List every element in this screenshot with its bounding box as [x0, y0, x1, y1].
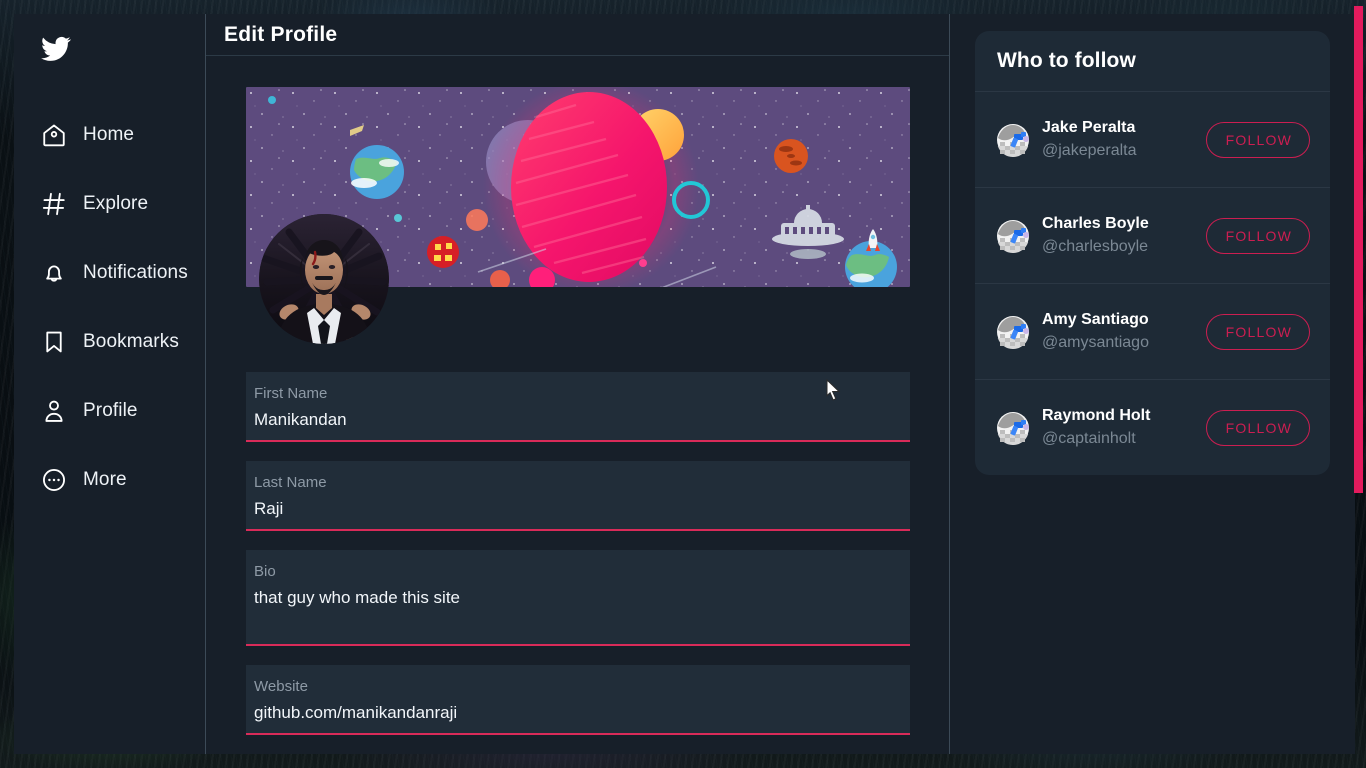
who-to-follow-item[interactable]: Raymond Holt @captainholt FOLLOW: [975, 379, 1330, 475]
right-sidebar: Who to follow Jake Peralta @jakeperalta …: [950, 14, 1355, 754]
bell-icon: [41, 260, 71, 286]
nav-items-list: Home Explore Notifications Bookmarks Pro…: [14, 100, 205, 514]
who-to-follow-item[interactable]: Charles Boyle @charlesboyle FOLLOW: [975, 187, 1330, 283]
person-handle: @amysantiago: [1042, 333, 1149, 351]
sidebar-item-bookmarks[interactable]: Bookmarks: [14, 307, 205, 376]
broken-image-icon: [996, 123, 1030, 157]
field-website[interactable]: Website github.com/manikandanraji: [246, 665, 910, 735]
sidebar-item-label: More: [83, 468, 127, 490]
person-info: Raymond Holt @captainholt: [1042, 405, 1206, 451]
person-name: Jake Peralta: [1042, 118, 1136, 136]
follow-button[interactable]: FOLLOW: [1205, 217, 1310, 254]
person-handle: @charlesboyle: [1042, 237, 1149, 255]
person-info: Charles Boyle @charlesboyle: [1042, 213, 1206, 259]
person-handle: @jakeperalta: [1042, 141, 1137, 159]
person-name: Charles Boyle: [1042, 214, 1149, 232]
twitter-logo[interactable]: [14, 36, 205, 92]
field-label: Bio: [254, 563, 276, 580]
sidebar-item-label: Bookmarks: [83, 330, 179, 352]
profile-avatar-image: [259, 214, 389, 344]
home-icon: [41, 122, 71, 148]
person-info: Amy Santiago @amysantiago: [1042, 309, 1206, 355]
sidebar-item-profile[interactable]: Profile: [14, 376, 205, 445]
bookmark-icon: [41, 329, 71, 355]
sidebar-item-label: Home: [83, 123, 135, 145]
ellipsis-circle-icon: [41, 467, 71, 493]
first-name-input[interactable]: Manikandan: [254, 409, 902, 431]
last-name-input[interactable]: Raji: [254, 498, 902, 520]
sidebar-item-notifications[interactable]: Notifications: [14, 238, 205, 307]
banner-area: [246, 87, 910, 344]
profile-form: First Name Manikandan Last Name Raji Bio…: [246, 372, 910, 735]
field-first-name[interactable]: First Name Manikandan: [246, 372, 910, 442]
sidebar-item-explore[interactable]: Explore: [14, 169, 205, 238]
hashtag-icon: [41, 191, 71, 217]
person-name: Amy Santiago: [1042, 310, 1149, 328]
twitter-bird-icon: [41, 36, 205, 62]
person-name: Raymond Holt: [1042, 406, 1151, 424]
sidebar-item-label: Profile: [83, 399, 138, 421]
person-handle: @captainholt: [1042, 429, 1136, 447]
field-last-name[interactable]: Last Name Raji: [246, 461, 910, 531]
scrollbar-thumb[interactable]: [1354, 6, 1363, 493]
who-to-follow-item[interactable]: Amy Santiago @amysantiago FOLLOW: [975, 283, 1330, 379]
app-shell: Home Explore Notifications Bookmarks Pro…: [14, 14, 1355, 754]
who-to-follow-item[interactable]: Jake Peralta @jakeperalta FOLLOW: [975, 91, 1330, 187]
broken-image-icon: [996, 315, 1030, 349]
field-label: Website: [254, 678, 308, 695]
edit-profile-body: First Name Manikandan Last Name Raji Bio…: [206, 56, 949, 754]
sidebar-item-label: Explore: [83, 192, 149, 214]
follow-button[interactable]: FOLLOW: [1205, 409, 1310, 446]
website-input[interactable]: github.com/manikandanraji: [254, 702, 902, 724]
page-title: Edit Profile: [224, 22, 338, 46]
person-info: Jake Peralta @jakeperalta: [1042, 117, 1206, 163]
broken-image-icon: [996, 411, 1030, 445]
sidebar-item-more[interactable]: More: [14, 445, 205, 514]
person-icon: [41, 398, 71, 424]
who-to-follow-title: Who to follow: [997, 49, 1136, 72]
left-sidebar: Home Explore Notifications Bookmarks Pro…: [14, 14, 205, 754]
sidebar-item-label: Notifications: [83, 261, 188, 283]
profile-avatar[interactable]: [259, 214, 389, 344]
page-header: Edit Profile: [206, 14, 949, 56]
bio-input[interactable]: that guy who made this site: [254, 587, 902, 635]
who-to-follow-card: Who to follow Jake Peralta @jakeperalta …: [975, 31, 1330, 475]
field-label: Last Name: [254, 474, 327, 491]
field-label: First Name: [254, 385, 328, 402]
broken-image-icon: [996, 219, 1030, 253]
follow-button[interactable]: FOLLOW: [1205, 121, 1310, 158]
follow-button[interactable]: FOLLOW: [1205, 313, 1310, 350]
sidebar-item-home[interactable]: Home: [14, 100, 205, 169]
main-content-column: Edit Profile First Name Manikandan Last …: [205, 14, 950, 754]
field-bio[interactable]: Bio that guy who made this site: [246, 550, 910, 646]
